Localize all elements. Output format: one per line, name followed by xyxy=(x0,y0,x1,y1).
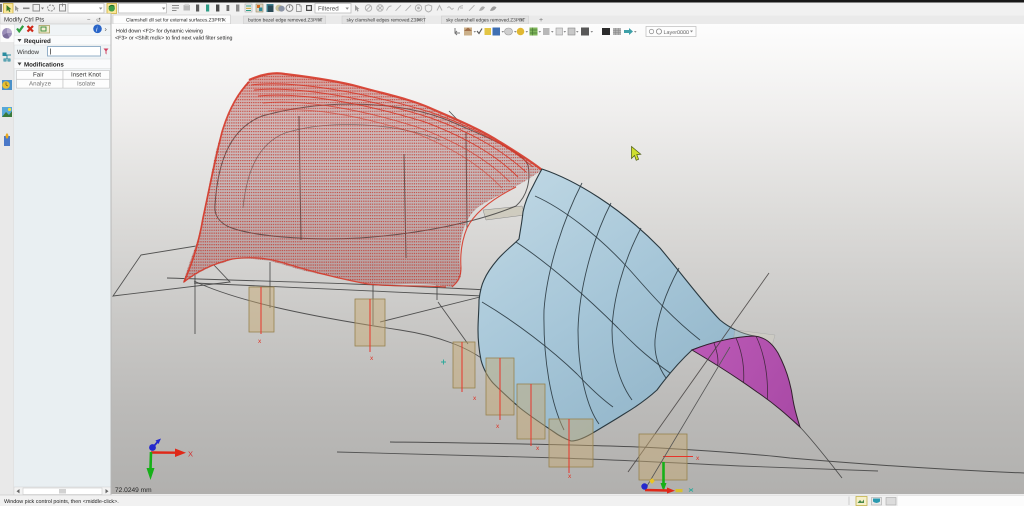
svg-text:Required: Required xyxy=(24,38,51,45)
svg-text:Window pick control points, th: Window pick control points, then <middle… xyxy=(4,499,119,505)
svg-text:Fair: Fair xyxy=(33,72,44,79)
svg-text:✕: ✕ xyxy=(222,18,227,24)
svg-text:↺: ↺ xyxy=(96,17,101,24)
svg-text:X: X xyxy=(188,450,193,459)
svg-text:72.0249 mm: 72.0249 mm xyxy=(115,487,152,494)
svg-text:+: + xyxy=(539,17,543,24)
svg-text:Hold down <F2> for dynamic vie: Hold down <F2> for dynamic viewing xyxy=(116,29,203,35)
svg-text:button bezel edge removed.Z3PR: button bezel edge removed.Z3PRT xyxy=(248,18,323,24)
svg-text:Filtered: Filtered xyxy=(318,5,339,12)
svg-text:Clamshell dll set for external: Clamshell dll set for external surfaces.… xyxy=(126,18,224,24)
svg-text:Analyze: Analyze xyxy=(29,81,52,88)
svg-text:Modify Ctrl Pts: Modify Ctrl Pts xyxy=(4,17,44,24)
svg-text:Layer0000: Layer0000 xyxy=(664,30,689,36)
svg-text:sky clamshell edges removed.Z3: sky clamshell edges removed.Z3PRT xyxy=(446,18,525,24)
svg-text:✕: ✕ xyxy=(318,18,323,24)
svg-text:−: − xyxy=(87,18,91,24)
svg-text:✕: ✕ xyxy=(520,18,525,24)
svg-text:Isolate: Isolate xyxy=(77,81,96,88)
svg-text:sky clamshell edges removed.Z3: sky clamshell edges removed.Z3PRT xyxy=(347,18,426,24)
svg-text:Insert Knot: Insert Knot xyxy=(71,72,101,79)
svg-text:Window: Window xyxy=(17,49,40,56)
svg-text:✕: ✕ xyxy=(417,18,422,24)
svg-text:Modifications: Modifications xyxy=(24,61,64,68)
svg-text:<F3> or <Shift mclk> to find n: <F3> or <Shift mclk> to find next valid … xyxy=(115,35,233,41)
